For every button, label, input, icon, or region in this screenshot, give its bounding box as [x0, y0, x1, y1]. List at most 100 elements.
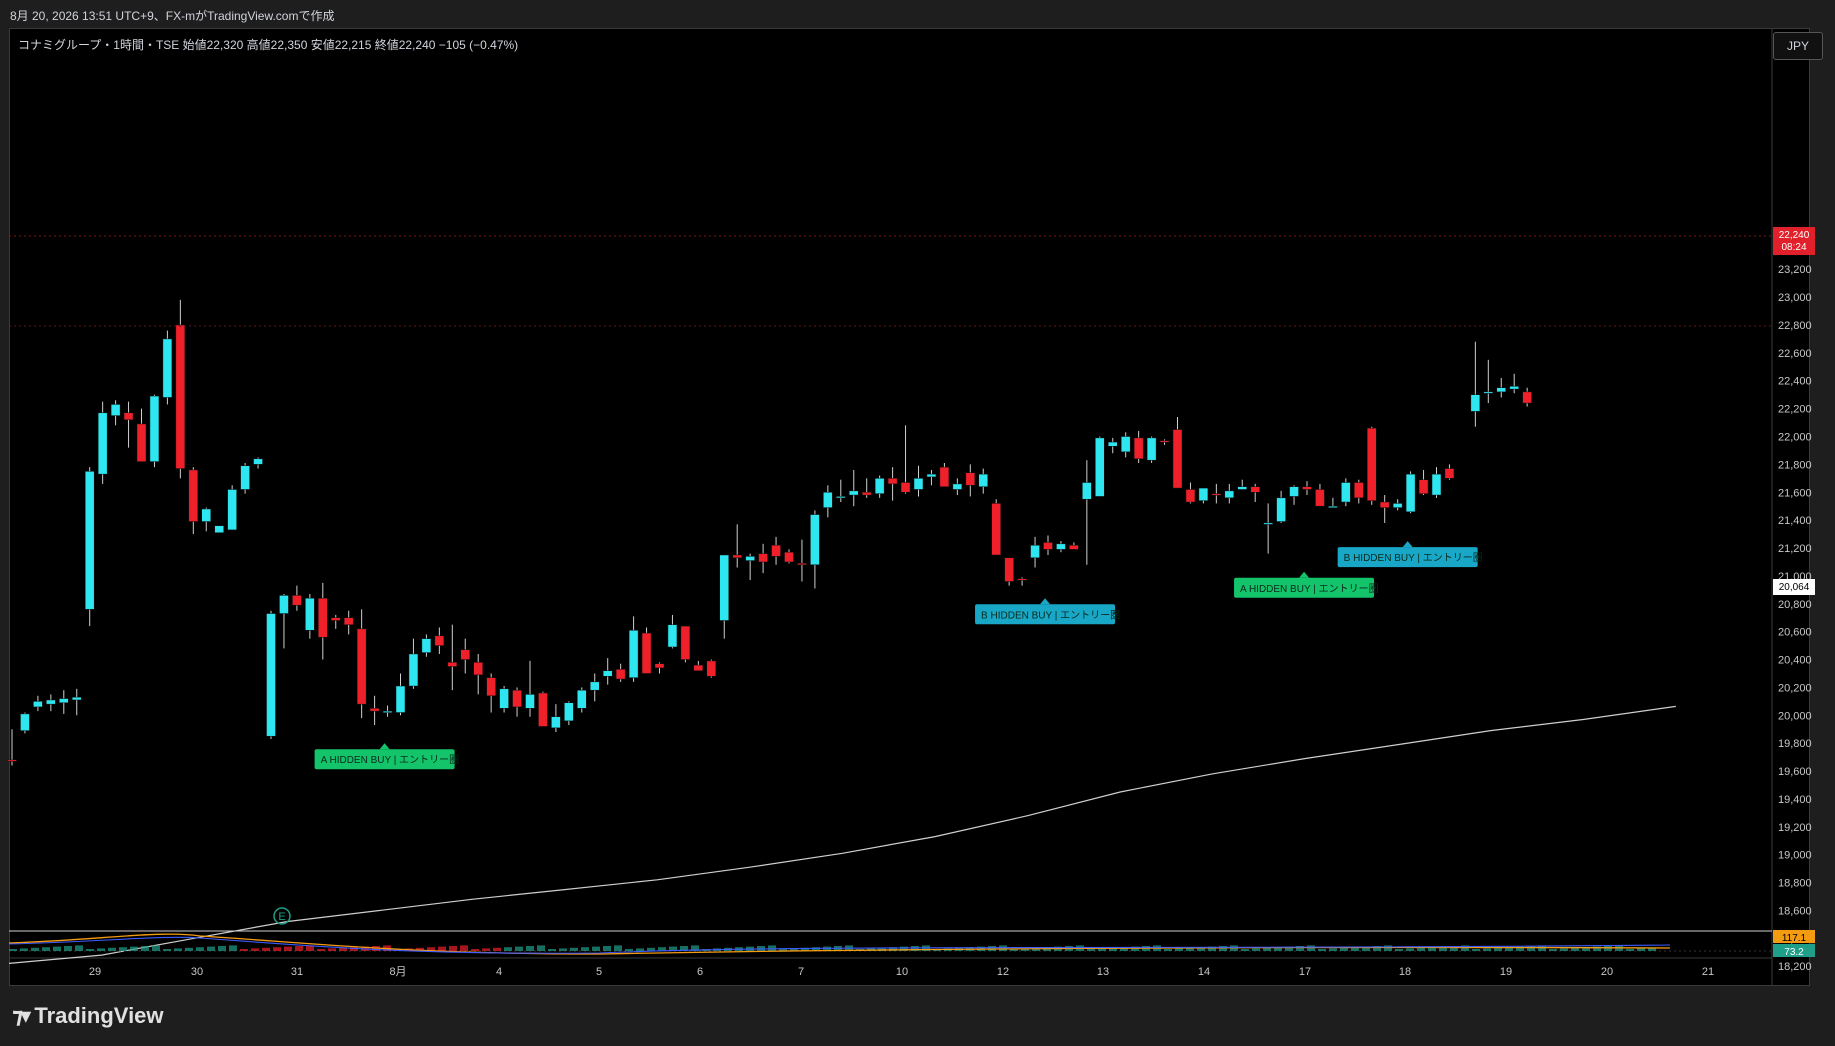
candle [797, 539, 807, 582]
candle [369, 695, 380, 726]
candle [1172, 416, 1183, 489]
candle [1237, 479, 1247, 490]
ma-value-badge: 20,064 [1773, 579, 1815, 595]
candle-body-down [706, 660, 717, 677]
currency-button[interactable]: JPY [1773, 32, 1823, 60]
candle [421, 634, 432, 657]
candle [590, 673, 600, 702]
price-chart[interactable]: 23,200 23,000 22,800 22,600 22,400 22,200 22,0… [0, 0, 1835, 1046]
candle-body-up [628, 630, 639, 678]
candle [84, 467, 95, 627]
oscillator-bar [1494, 947, 1502, 951]
candle-body-down [654, 663, 665, 669]
candle-body-up [201, 508, 211, 522]
oscillator-bar [196, 947, 204, 951]
candle [1496, 377, 1506, 398]
ma-line [8, 705, 1676, 964]
candle [1379, 495, 1390, 523]
candle [836, 479, 846, 503]
candle-body-up [1030, 544, 1040, 559]
oscillator-bar [1527, 946, 1535, 951]
candle [1392, 499, 1403, 511]
candle [991, 499, 1001, 556]
oscillator-bar [581, 947, 589, 951]
signal-label: B HIDDEN BUY | エントリー圏 [981, 609, 1120, 621]
candle [473, 653, 483, 695]
oscillator-bar [86, 949, 94, 951]
time-axis: 29 30 31 8月 4 5 6 7 10 12 13 14 17 18 19 20 21 [9, 957, 1772, 978]
candle [654, 662, 665, 674]
candle-body-down [1133, 437, 1144, 460]
price-tick-label: 23,200 [1778, 264, 1812, 276]
candle-body-up [1289, 486, 1299, 497]
oscillator-bar [53, 946, 61, 951]
candle-body-up [499, 688, 509, 709]
candle [1483, 359, 1494, 404]
candle [551, 704, 561, 733]
candle-body-up [20, 713, 30, 731]
price-axis: 23,200 23,000 22,800 22,600 22,400 22,200 22,0… [1771, 28, 1812, 1001]
time-tick-label: 21 [1702, 966, 1714, 978]
candle [1017, 577, 1027, 586]
candle [1509, 373, 1519, 394]
candle-body-down [732, 554, 742, 559]
candle-body-up [59, 698, 69, 704]
oscillator-bar [328, 948, 336, 951]
price-tick-label: 20,200 [1778, 682, 1812, 694]
oscillator-bar [130, 946, 138, 951]
candle-body-up [110, 404, 121, 416]
candle-body-down [1315, 489, 1325, 507]
candle [913, 465, 924, 497]
candle-body-up [849, 490, 859, 496]
candle-body-up [1276, 497, 1286, 522]
hidden-buy-signal: A HIDDEN BUY | エントリー圏 [1234, 571, 1379, 598]
candle-body-down [1017, 578, 1027, 581]
candle [1289, 485, 1299, 505]
oscillator-bar [1252, 948, 1260, 951]
oscillator-bar [1483, 948, 1491, 951]
candle [279, 594, 289, 649]
candle-body-down [771, 544, 781, 557]
oscillator-bar [262, 947, 270, 951]
candle-body-down [1354, 482, 1364, 499]
oscillator-bar [460, 945, 468, 951]
oscillator-bar [1406, 948, 1414, 951]
time-tick-label: 7 [798, 966, 804, 978]
price-tick-label: 18,800 [1778, 878, 1812, 890]
candle [1302, 481, 1312, 496]
candle [460, 638, 470, 674]
candle-body-down [680, 625, 691, 660]
oscillator-bar [229, 945, 237, 951]
candle [1263, 503, 1273, 554]
candle-body-up [602, 670, 613, 677]
brand-text: TradingView [34, 1003, 164, 1028]
candle-body-up [1237, 486, 1247, 490]
price-tick-label: 19,600 [1778, 766, 1812, 778]
candle [1004, 557, 1014, 586]
oscillator-bar [273, 947, 281, 951]
candle-body-down [1004, 557, 1014, 582]
oscillator-bar [471, 949, 479, 951]
oscillator-bar [625, 949, 633, 951]
signal-arrow [1402, 541, 1413, 548]
tradingview-logo[interactable]: ⁊▾ TradingView [12, 1003, 164, 1029]
oscillator-bar [119, 947, 127, 951]
oscillator-bar [185, 947, 193, 951]
candle-body-down [1250, 486, 1260, 493]
candle-body-down [1418, 479, 1429, 494]
symbol-legend: コナミグループ・1時間・TSE 始値22,320 高値22,350 安値22,2… [18, 38, 519, 52]
oscillator-teal-badge-text: 73.2 [1784, 947, 1804, 958]
candle [1250, 483, 1260, 503]
candle [1341, 478, 1351, 507]
candle [1211, 483, 1222, 504]
candle [1354, 479, 1364, 504]
moving-average [8, 705, 1676, 964]
price-tick-label: 19,800 [1778, 738, 1812, 750]
price-tick-label: 22,600 [1778, 348, 1812, 360]
candle-body-up [978, 473, 988, 487]
oscillator-bar [108, 947, 116, 951]
time-tick-label: 20 [1601, 966, 1613, 978]
candle-body-down [900, 482, 911, 493]
oscillator-bar [614, 945, 622, 951]
oscillator-bar [240, 949, 248, 951]
